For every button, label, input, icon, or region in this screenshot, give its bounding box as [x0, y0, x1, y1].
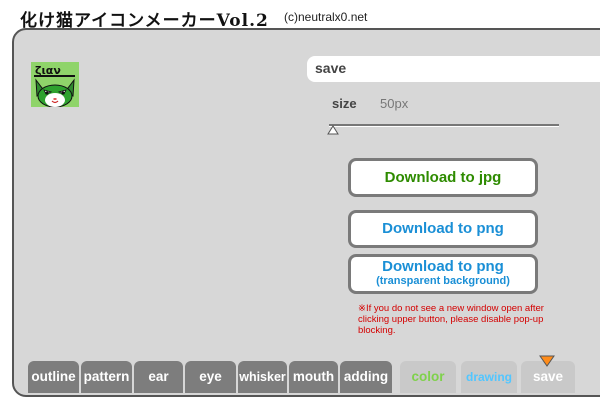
- tab-adding[interactable]: adding: [340, 361, 392, 393]
- tab-eye[interactable]: eye: [185, 361, 236, 393]
- tab-ear[interactable]: ear: [134, 361, 183, 393]
- slider-thumb-icon[interactable]: [327, 125, 339, 135]
- tab-drawing[interactable]: drawing: [461, 361, 517, 393]
- save-heading: save: [315, 60, 347, 76]
- download-png-transparent-sublabel: (transparent background): [376, 275, 510, 287]
- copyright-text: (c)neutralx0.net: [284, 10, 368, 24]
- tab-mouth[interactable]: mouth: [289, 361, 338, 393]
- tab-pattern[interactable]: pattern: [81, 361, 132, 393]
- download-jpg-button[interactable]: Download to jpg: [348, 158, 538, 197]
- download-png-button[interactable]: Download to png: [348, 210, 538, 248]
- save-heading-bar: save: [307, 56, 600, 82]
- size-value: 50px: [380, 96, 409, 111]
- tab-outline[interactable]: outline: [28, 361, 79, 393]
- popup-note: ※If you do not see a new window open aft…: [358, 303, 544, 336]
- cat-icon: ζιαν: [31, 62, 79, 107]
- size-label: size: [332, 96, 357, 111]
- size-slider[interactable]: [329, 124, 559, 127]
- download-png-transparent-button[interactable]: Download to png (transparent background): [348, 254, 538, 294]
- tab-color[interactable]: color: [400, 361, 456, 393]
- download-png-transparent-label: Download to png: [382, 258, 504, 275]
- tab-whisker[interactable]: whisker: [238, 361, 287, 393]
